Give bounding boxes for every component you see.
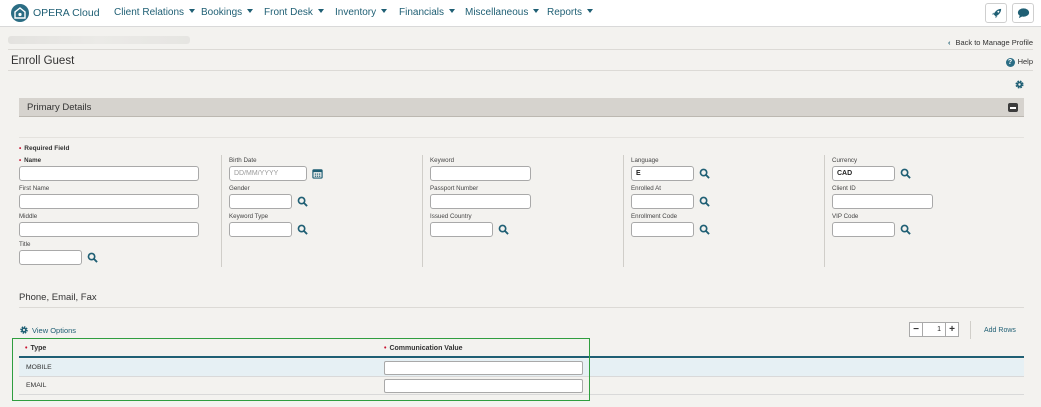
column-divider	[422, 155, 423, 267]
column-divider	[824, 155, 825, 267]
search-icon[interactable]	[699, 168, 710, 179]
opera-logo-icon[interactable]	[11, 4, 29, 22]
vip-code-label: VIP Code	[832, 213, 859, 220]
divider	[19, 137, 1024, 138]
divider	[19, 307, 1024, 308]
nav-miscellaneous[interactable]: Miscellaneous	[465, 7, 540, 18]
enrolled-at-label: Enrolled At	[631, 185, 661, 192]
help-icon: ?	[1005, 58, 1015, 67]
chevron-down-icon	[247, 9, 254, 13]
language-input[interactable]	[631, 166, 694, 181]
keyword-input[interactable]	[430, 166, 531, 181]
chevron-down-icon	[381, 9, 388, 13]
app-name[interactable]: OPERA Cloud	[33, 7, 100, 19]
top-nav-bar: OPERA Cloud Client Relations Bookings Fr…	[0, 0, 1041, 27]
vip-code-input[interactable]	[832, 222, 895, 237]
enrolled-at-input[interactable]	[631, 194, 694, 209]
passport-number-input[interactable]	[430, 194, 531, 209]
chat-button[interactable]	[1012, 3, 1034, 23]
issued-country-label: Issued Country	[430, 213, 472, 220]
keyword-type-label: Keyword Type	[229, 213, 269, 220]
search-icon[interactable]	[297, 224, 308, 235]
search-icon[interactable]	[87, 252, 98, 263]
collapse-icon[interactable]	[1008, 103, 1018, 112]
first-name-label: First Name	[19, 185, 50, 192]
search-icon[interactable]	[900, 168, 911, 179]
settings-gear-icon[interactable]	[1014, 79, 1025, 90]
help-link[interactable]: ? Help	[1005, 57, 1033, 67]
enrollment-code-input[interactable]	[631, 222, 694, 237]
nav-bookings[interactable]: Bookings	[201, 7, 254, 18]
currency-label: Currency	[832, 157, 858, 164]
search-icon[interactable]	[900, 224, 911, 235]
title-label: Title	[19, 241, 31, 248]
gender-label: Gender	[229, 185, 250, 192]
client-id-input[interactable]	[832, 194, 933, 209]
chevron-down-icon	[587, 9, 594, 13]
language-label: Language	[631, 157, 659, 164]
issued-country-input[interactable]	[430, 222, 493, 237]
divider	[8, 49, 1033, 50]
page-title: Enroll Guest	[11, 55, 75, 67]
decrement-button[interactable]: −	[909, 322, 923, 337]
nav-front-desk[interactable]: Front Desk	[264, 7, 324, 18]
rocket-button[interactable]	[985, 3, 1007, 23]
enrollment-code-label: Enrollment Code	[631, 213, 678, 220]
required-field-legend: • Required Field	[19, 145, 70, 152]
first-name-input[interactable]	[19, 194, 199, 209]
keyword-type-input[interactable]	[229, 222, 292, 237]
chevron-down-icon	[317, 9, 324, 13]
chat-icon	[1017, 8, 1030, 19]
passport-number-label: Passport Number	[430, 185, 479, 192]
calendar-icon[interactable]	[312, 168, 323, 179]
search-icon[interactable]	[297, 196, 308, 207]
rows-count-input[interactable]: 1	[923, 322, 945, 337]
nav-financials[interactable]: Financials	[399, 7, 456, 18]
title-input[interactable]	[19, 250, 82, 265]
middle-label: Middle	[19, 213, 38, 220]
search-icon[interactable]	[498, 224, 509, 235]
divider	[8, 70, 1033, 71]
nav-client-relations[interactable]: Client Relations	[114, 7, 196, 18]
keyword-label: Keyword	[430, 157, 455, 164]
chevron-left-icon: ‹	[947, 38, 951, 47]
column-divider	[623, 155, 624, 267]
view-options-link[interactable]: View Options	[19, 325, 76, 335]
chevron-down-icon	[449, 9, 456, 13]
highlight-box	[12, 338, 590, 401]
nav-inventory[interactable]: Inventory	[335, 7, 388, 18]
name-input[interactable]	[19, 166, 199, 181]
back-to-manage-profile-link[interactable]: ‹ Back to Manage Profile	[948, 38, 1033, 47]
chevron-down-icon	[533, 9, 540, 13]
section-title: Primary Details	[27, 102, 92, 113]
currency-input[interactable]	[832, 166, 895, 181]
rocket-icon	[991, 8, 1002, 19]
gear-icon	[20, 326, 28, 334]
add-rows-button[interactable]: Add Rows	[984, 327, 1016, 334]
gender-input[interactable]	[229, 194, 292, 209]
search-icon[interactable]	[699, 224, 710, 235]
increment-button[interactable]: +	[945, 322, 959, 337]
middle-name-input[interactable]	[19, 222, 199, 237]
name-label: • Name	[19, 157, 42, 164]
communication-section-title: Phone, Email, Fax	[19, 292, 97, 303]
search-icon[interactable]	[699, 196, 710, 207]
breadcrumb	[8, 36, 190, 44]
primary-details-header[interactable]: Primary Details	[19, 98, 1024, 117]
client-id-label: Client ID	[832, 185, 856, 192]
chevron-down-icon	[189, 9, 196, 13]
birth-date-input[interactable]	[229, 166, 307, 181]
birth-date-label: Birth Date	[229, 157, 257, 164]
column-divider	[221, 155, 222, 267]
nav-reports[interactable]: Reports	[547, 7, 594, 18]
divider	[970, 321, 971, 339]
